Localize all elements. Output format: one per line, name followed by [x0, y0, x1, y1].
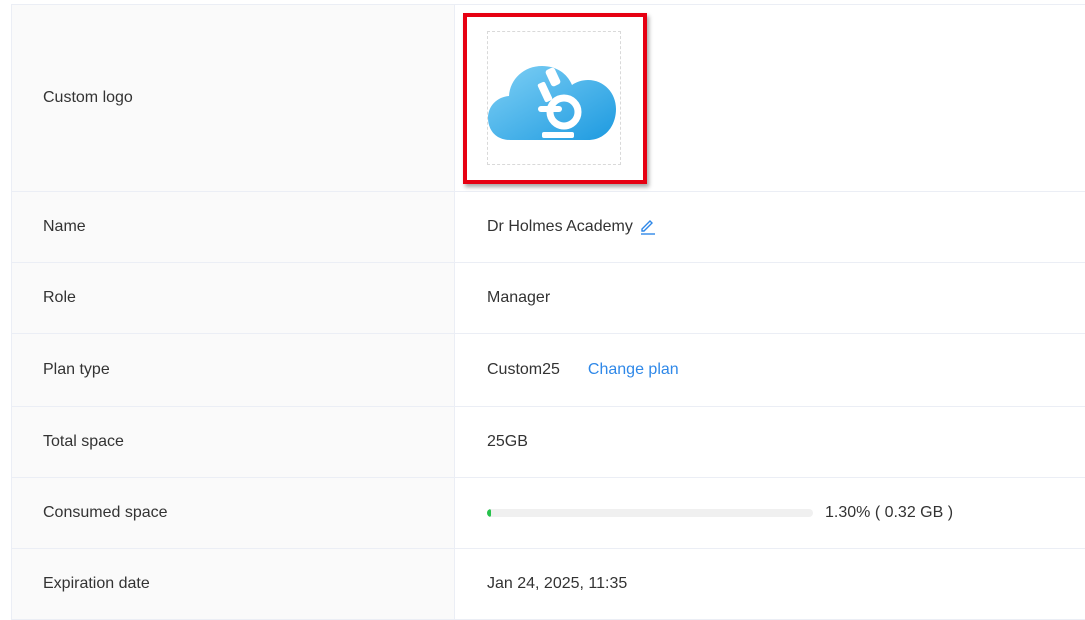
consumed-space-text: 1.30% ( 0.32 GB ) [825, 504, 954, 521]
name-value: Dr Holmes Academy [487, 218, 633, 235]
progress-fill [487, 509, 492, 517]
total-space-value: 25GB [487, 433, 528, 450]
row-plan-type: Plan type Custom25 Change plan [12, 334, 1085, 407]
plan-type-cell: Custom25 Change plan [455, 334, 1085, 406]
pencil-icon[interactable] [639, 218, 657, 236]
logo-upload-area[interactable] [463, 13, 647, 184]
row-name: Name Dr Holmes Academy [12, 192, 1085, 263]
custom-logo-label: Custom logo [12, 5, 455, 191]
role-cell: Manager [455, 263, 1085, 333]
account-info-table: Custom logo Name Dr Holmes Academy Role … [11, 4, 1085, 620]
change-plan-link[interactable]: Change plan [588, 361, 679, 379]
cloud-microscope-icon [488, 66, 616, 140]
consumed-space-progress: 1.30% ( 0.32 GB ) [487, 504, 953, 522]
row-custom-logo: Custom logo [12, 5, 1085, 192]
name-label: Name [12, 192, 455, 262]
plan-type-value: Custom25 [487, 361, 560, 378]
row-expiration-date: Expiration date Jan 24, 2025, 11:35 [12, 549, 1085, 620]
role-label: Role [12, 263, 455, 333]
row-role: Role Manager [12, 263, 1085, 334]
expiration-date-cell: Jan 24, 2025, 11:35 [455, 549, 1085, 619]
plan-type-label: Plan type [12, 334, 455, 406]
row-total-space: Total space 25GB [12, 407, 1085, 478]
expiration-date-label: Expiration date [12, 549, 455, 619]
consumed-space-cell: 1.30% ( 0.32 GB ) [455, 478, 1085, 548]
total-space-label: Total space [12, 407, 455, 477]
total-space-cell: 25GB [455, 407, 1085, 477]
consumed-space-label: Consumed space [12, 478, 455, 548]
row-consumed-space: Consumed space 1.30% ( 0.32 GB ) [12, 478, 1085, 549]
role-value: Manager [487, 289, 551, 306]
name-cell: Dr Holmes Academy [455, 192, 1085, 262]
custom-logo-cell [455, 5, 1085, 191]
progress-track [487, 509, 813, 517]
expiration-date-value: Jan 24, 2025, 11:35 [487, 575, 628, 592]
